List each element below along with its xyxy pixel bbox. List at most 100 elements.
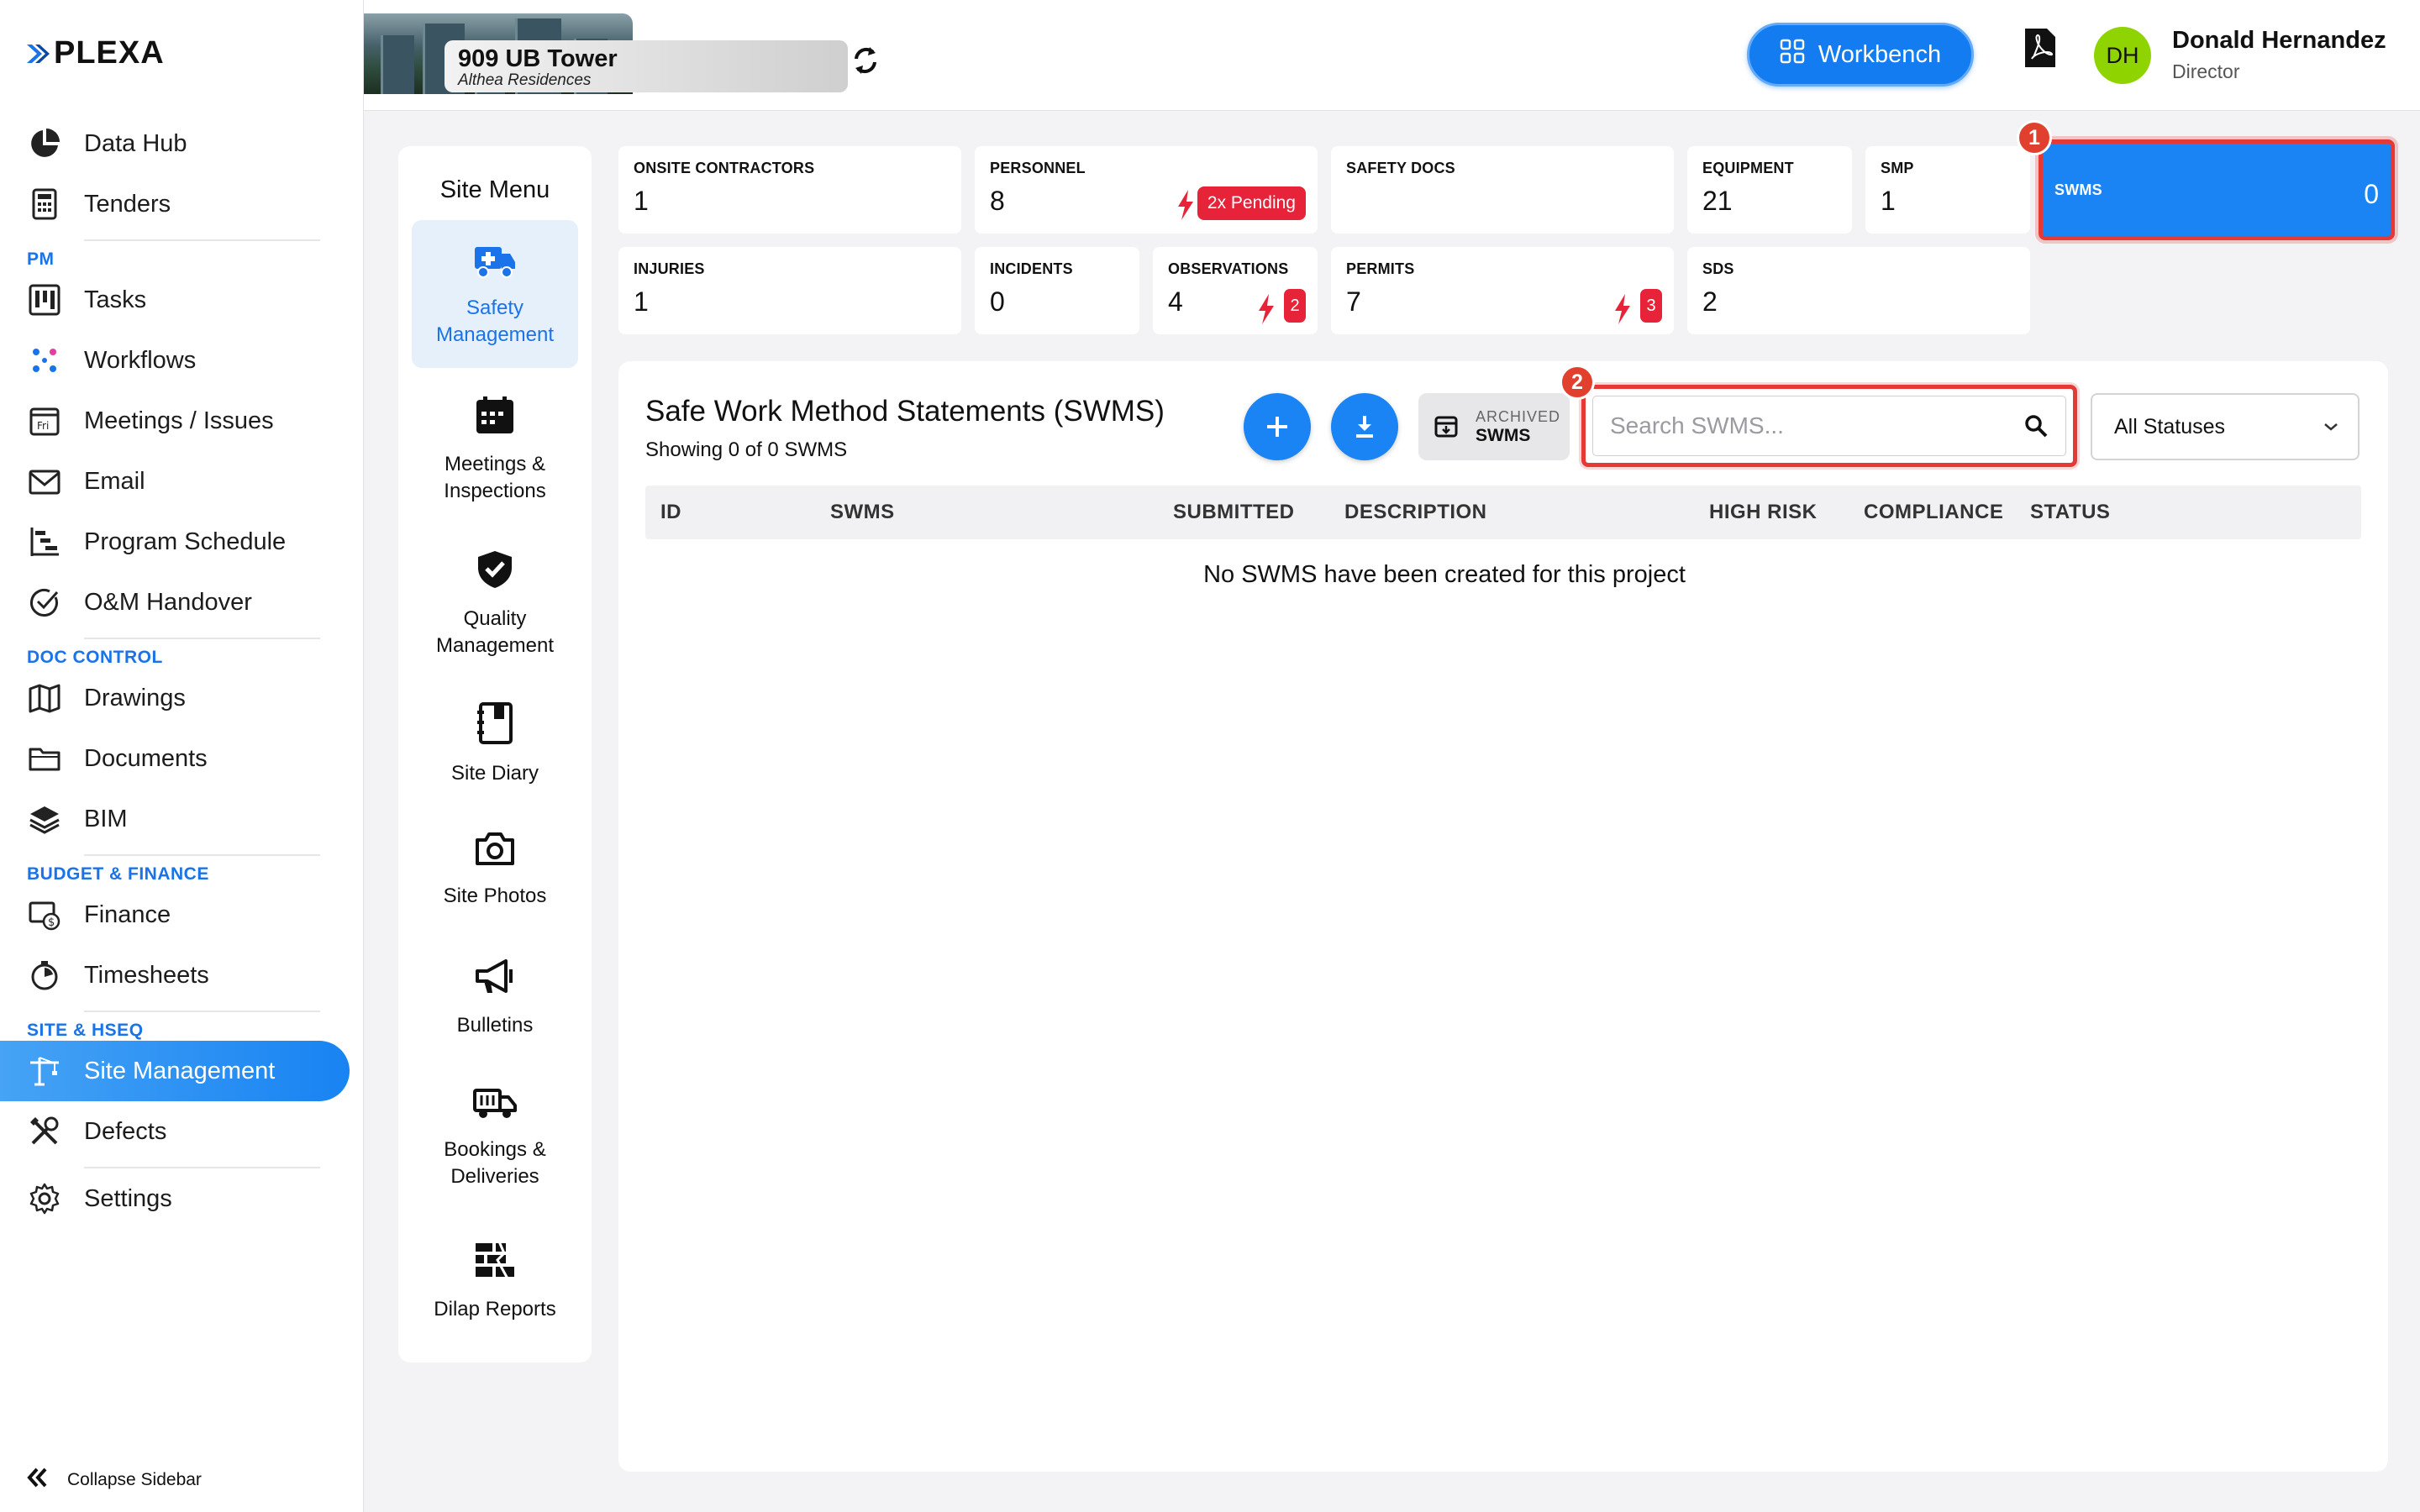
download-icon: [1356, 416, 1373, 438]
stat-card-personnel[interactable]: PERSONNEL 8 2x Pending: [975, 146, 1318, 234]
sidebar-item-finance[interactable]: $ Finance: [0, 885, 364, 945]
column-header-id[interactable]: ID: [660, 486, 681, 539]
stat-card-equipment[interactable]: EQUIPMENT 21: [1687, 146, 1852, 234]
sidebar-item-tenders[interactable]: Tenders: [0, 174, 364, 234]
annotation-marker-2: 2: [1560, 365, 1595, 400]
swms-panel: Safe Work Method Statements (SWMS) Showi…: [618, 361, 2388, 1472]
project-selector[interactable]: 909 UB Tower Althea Residences: [364, 13, 848, 94]
refresh-icon[interactable]: [851, 44, 880, 81]
sidebar-item-email[interactable]: Email: [0, 451, 364, 512]
site-menu-item-site-diary[interactable]: Site Diary: [412, 702, 578, 787]
project-subtitle: Althea Residences: [458, 71, 592, 89]
sidebar-item-program-schedule[interactable]: Program Schedule: [0, 512, 364, 572]
ambulance-icon: [412, 242, 578, 286]
site-menu-item-site-photos[interactable]: Site Photos: [412, 830, 578, 910]
grid-icon: [1780, 39, 1805, 71]
search-icon[interactable]: [2023, 413, 2049, 438]
folder-icon: [27, 741, 62, 776]
svg-text:Fri: Fri: [37, 420, 49, 432]
stat-card-injuries[interactable]: INJURIES 1: [618, 247, 961, 334]
finance-icon: $: [27, 897, 62, 932]
project-info: 909 UB Tower Althea Residences: [445, 40, 848, 92]
plexa-logo-icon: [27, 44, 50, 63]
sidebar-item-documents[interactable]: Documents: [0, 728, 364, 789]
lightning-icon: [1615, 294, 1630, 324]
observation-alert-count[interactable]: 2: [1284, 289, 1306, 323]
column-header-swms[interactable]: SWMS: [830, 486, 895, 539]
add-swms-button[interactable]: [1244, 393, 1311, 460]
stat-card-swms[interactable]: SWMS 0: [2039, 139, 2395, 240]
status-filter-select[interactable]: All Statuses: [2091, 393, 2360, 460]
map-icon: [27, 680, 62, 716]
sidebar-item-tasks[interactable]: Tasks: [0, 270, 364, 330]
stat-card-incidents[interactable]: INCIDENTS 0: [975, 247, 1139, 334]
sidebar-item-timesheets[interactable]: Timesheets: [0, 945, 364, 1005]
site-menu: Site Menu Safety Management Meetings & I…: [398, 146, 592, 1362]
column-header-status[interactable]: STATUS: [2030, 486, 2110, 539]
lightning-icon: [1259, 294, 1274, 324]
workbench-button[interactable]: Workbench: [1747, 23, 1974, 87]
gantt-icon: [27, 524, 62, 559]
logo-text: PLEXA: [54, 35, 165, 71]
column-header-description[interactable]: DESCRIPTION: [1344, 486, 1487, 539]
sidebar-item-workflows[interactable]: Workflows: [0, 330, 364, 391]
chevron-down-icon: [2324, 423, 2338, 431]
site-menu-item-meetings-inspections[interactable]: Meetings & Inspections: [412, 395, 578, 505]
stat-card-observations[interactable]: OBSERVATIONS 4 2: [1153, 247, 1318, 334]
search-input[interactable]: [1610, 412, 2005, 439]
section-budget-finance: BUDGET & FINANCE: [27, 864, 209, 884]
table-header: ID SWMS SUBMITTED DESCRIPTION HIGH RISK …: [645, 486, 2361, 539]
app-logo[interactable]: PLEXA: [25, 35, 165, 71]
calculator-icon: [27, 186, 62, 222]
sidebar-item-bim[interactable]: BIM: [0, 789, 364, 849]
site-menu-item-safety-management[interactable]: Safety Management: [412, 220, 578, 368]
section-doc-control: DOC CONTROL: [27, 648, 163, 667]
permit-alert-count[interactable]: 3: [1640, 289, 1662, 323]
stat-card-permits[interactable]: PERMITS 7 3: [1331, 247, 1674, 334]
crane-icon: [27, 1053, 62, 1089]
gear-icon: [27, 1181, 62, 1216]
archived-swms-button[interactable]: ARCHIVED SWMS: [1418, 393, 1570, 460]
sidebar-item-drawings[interactable]: Drawings: [0, 668, 364, 728]
stat-card-smp[interactable]: SMP 1: [1865, 146, 2030, 234]
site-menu-item-bulletins[interactable]: Bulletins: [412, 958, 578, 1039]
svg-text:$: $: [48, 916, 55, 929]
megaphone-icon: [412, 958, 578, 1004]
column-header-high-risk[interactable]: HIGH RISK: [1709, 486, 1818, 539]
annotation-marker-1: 1: [2017, 120, 2052, 155]
search-container: [1581, 385, 2077, 467]
stat-card-safety-docs[interactable]: SAFETY DOCS: [1331, 146, 1674, 234]
sidebar-item-meetings-issues[interactable]: Fri Meetings / Issues: [0, 391, 364, 451]
sidebar-item-settings[interactable]: Settings: [0, 1168, 364, 1229]
double-chevron-left-icon: [25, 1466, 49, 1494]
sidebar-nav: Data Hub Tenders PM Tasks Workflows Fri …: [0, 113, 364, 1229]
stat-card-sds[interactable]: SDS 2: [1687, 247, 2030, 334]
user-name: Donald Hernandez: [2172, 27, 2386, 54]
avatar[interactable]: DH: [2094, 27, 2151, 84]
site-menu-item-dilap-reports[interactable]: Dilap Reports: [412, 1240, 578, 1323]
archive-icon: [1434, 416, 1458, 438]
calendar-grid-icon: [412, 395, 578, 443]
camera-icon: [412, 830, 578, 874]
check-circle-icon: [27, 585, 62, 620]
layers-icon: [27, 801, 62, 837]
collapse-sidebar-button[interactable]: Collapse Sidebar: [25, 1466, 202, 1494]
stopwatch-icon: [27, 958, 62, 993]
sidebar-item-om-handover[interactable]: O&M Handover: [0, 572, 364, 633]
sidebar-item-defects[interactable]: Defects: [0, 1101, 364, 1162]
column-header-submitted[interactable]: SUBMITTED: [1173, 486, 1295, 539]
download-button[interactable]: [1331, 393, 1398, 460]
lightning-icon: [1178, 190, 1193, 220]
stat-card-onsite-contractors[interactable]: ONSITE CONTRACTORS 1: [618, 146, 961, 234]
plus-icon: [1267, 417, 1287, 437]
pie-chart-icon: [27, 126, 62, 161]
tools-icon: [27, 1114, 62, 1149]
column-header-compliance[interactable]: COMPLIANCE: [1864, 486, 2003, 539]
site-menu-item-quality-management[interactable]: Quality Management: [412, 549, 578, 659]
diary-icon: [412, 702, 578, 752]
sidebar-item-data-hub[interactable]: Data Hub: [0, 113, 364, 174]
site-menu-item-bookings-deliveries[interactable]: Bookings & Deliveries: [412, 1085, 578, 1190]
sidebar-item-site-management[interactable]: Site Management: [0, 1041, 350, 1101]
pending-badge[interactable]: 2x Pending: [1197, 186, 1306, 220]
pdf-icon[interactable]: [2023, 27, 2057, 73]
